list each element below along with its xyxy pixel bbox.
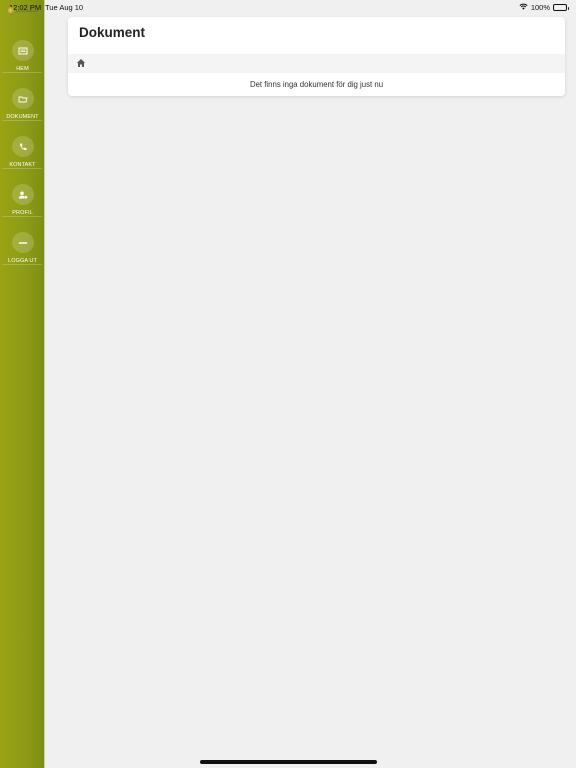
sidebar: HEM DOKUMENT KONTAKT PROFIL LOGGA UT — [0, 0, 45, 768]
app-screen: HEM DOKUMENT KONTAKT PROFIL LOGGA UT 12:… — [0, 0, 576, 768]
wifi-icon — [519, 3, 528, 12]
sidebar-item-label: LOGGA UT — [8, 258, 37, 264]
folder-open-icon — [11, 88, 34, 109]
newspaper-icon — [11, 40, 34, 61]
sidebar-item-label: DOKUMENT — [6, 114, 39, 120]
sidebar-item-hem[interactable]: HEM — [3, 29, 42, 73]
logo-mark-icon — [8, 7, 14, 15]
status-bar: 12:02 PM Tue Aug 10 100% — [0, 0, 576, 14]
status-right: 100% — [519, 3, 569, 12]
home-icon[interactable] — [76, 58, 86, 68]
breadcrumb — [68, 54, 565, 73]
document-card: Dokument Det finns inga dokument för dig… — [68, 17, 565, 96]
empty-state-message: Det finns inga dokument för dig just nu — [249, 80, 384, 89]
battery-icon — [553, 4, 569, 11]
battery-percent: 100% — [530, 3, 550, 12]
home-indicator[interactable] — [200, 760, 377, 764]
sidebar-item-kontakt[interactable]: KONTAKT — [3, 125, 42, 169]
sidebar-item-logga-ut[interactable]: LOGGA UT — [3, 221, 42, 265]
user-gear-icon — [11, 184, 34, 205]
sidebar-item-label: HEM — [16, 66, 29, 72]
minus-icon — [11, 232, 34, 253]
page-title: Dokument — [79, 25, 146, 40]
sidebar-item-label: PROFIL — [12, 210, 33, 216]
status-date: Tue Aug 10 — [45, 3, 84, 12]
sidebar-item-label: KONTAKT — [9, 162, 36, 168]
logo-text: Gruvornahuset — [15, 9, 38, 13]
phone-icon — [11, 136, 34, 157]
app-logo: Gruvornahuset — [8, 6, 38, 16]
sidebar-item-profil[interactable]: PROFIL — [3, 173, 42, 217]
sidebar-item-dokument[interactable]: DOKUMENT — [3, 77, 42, 121]
